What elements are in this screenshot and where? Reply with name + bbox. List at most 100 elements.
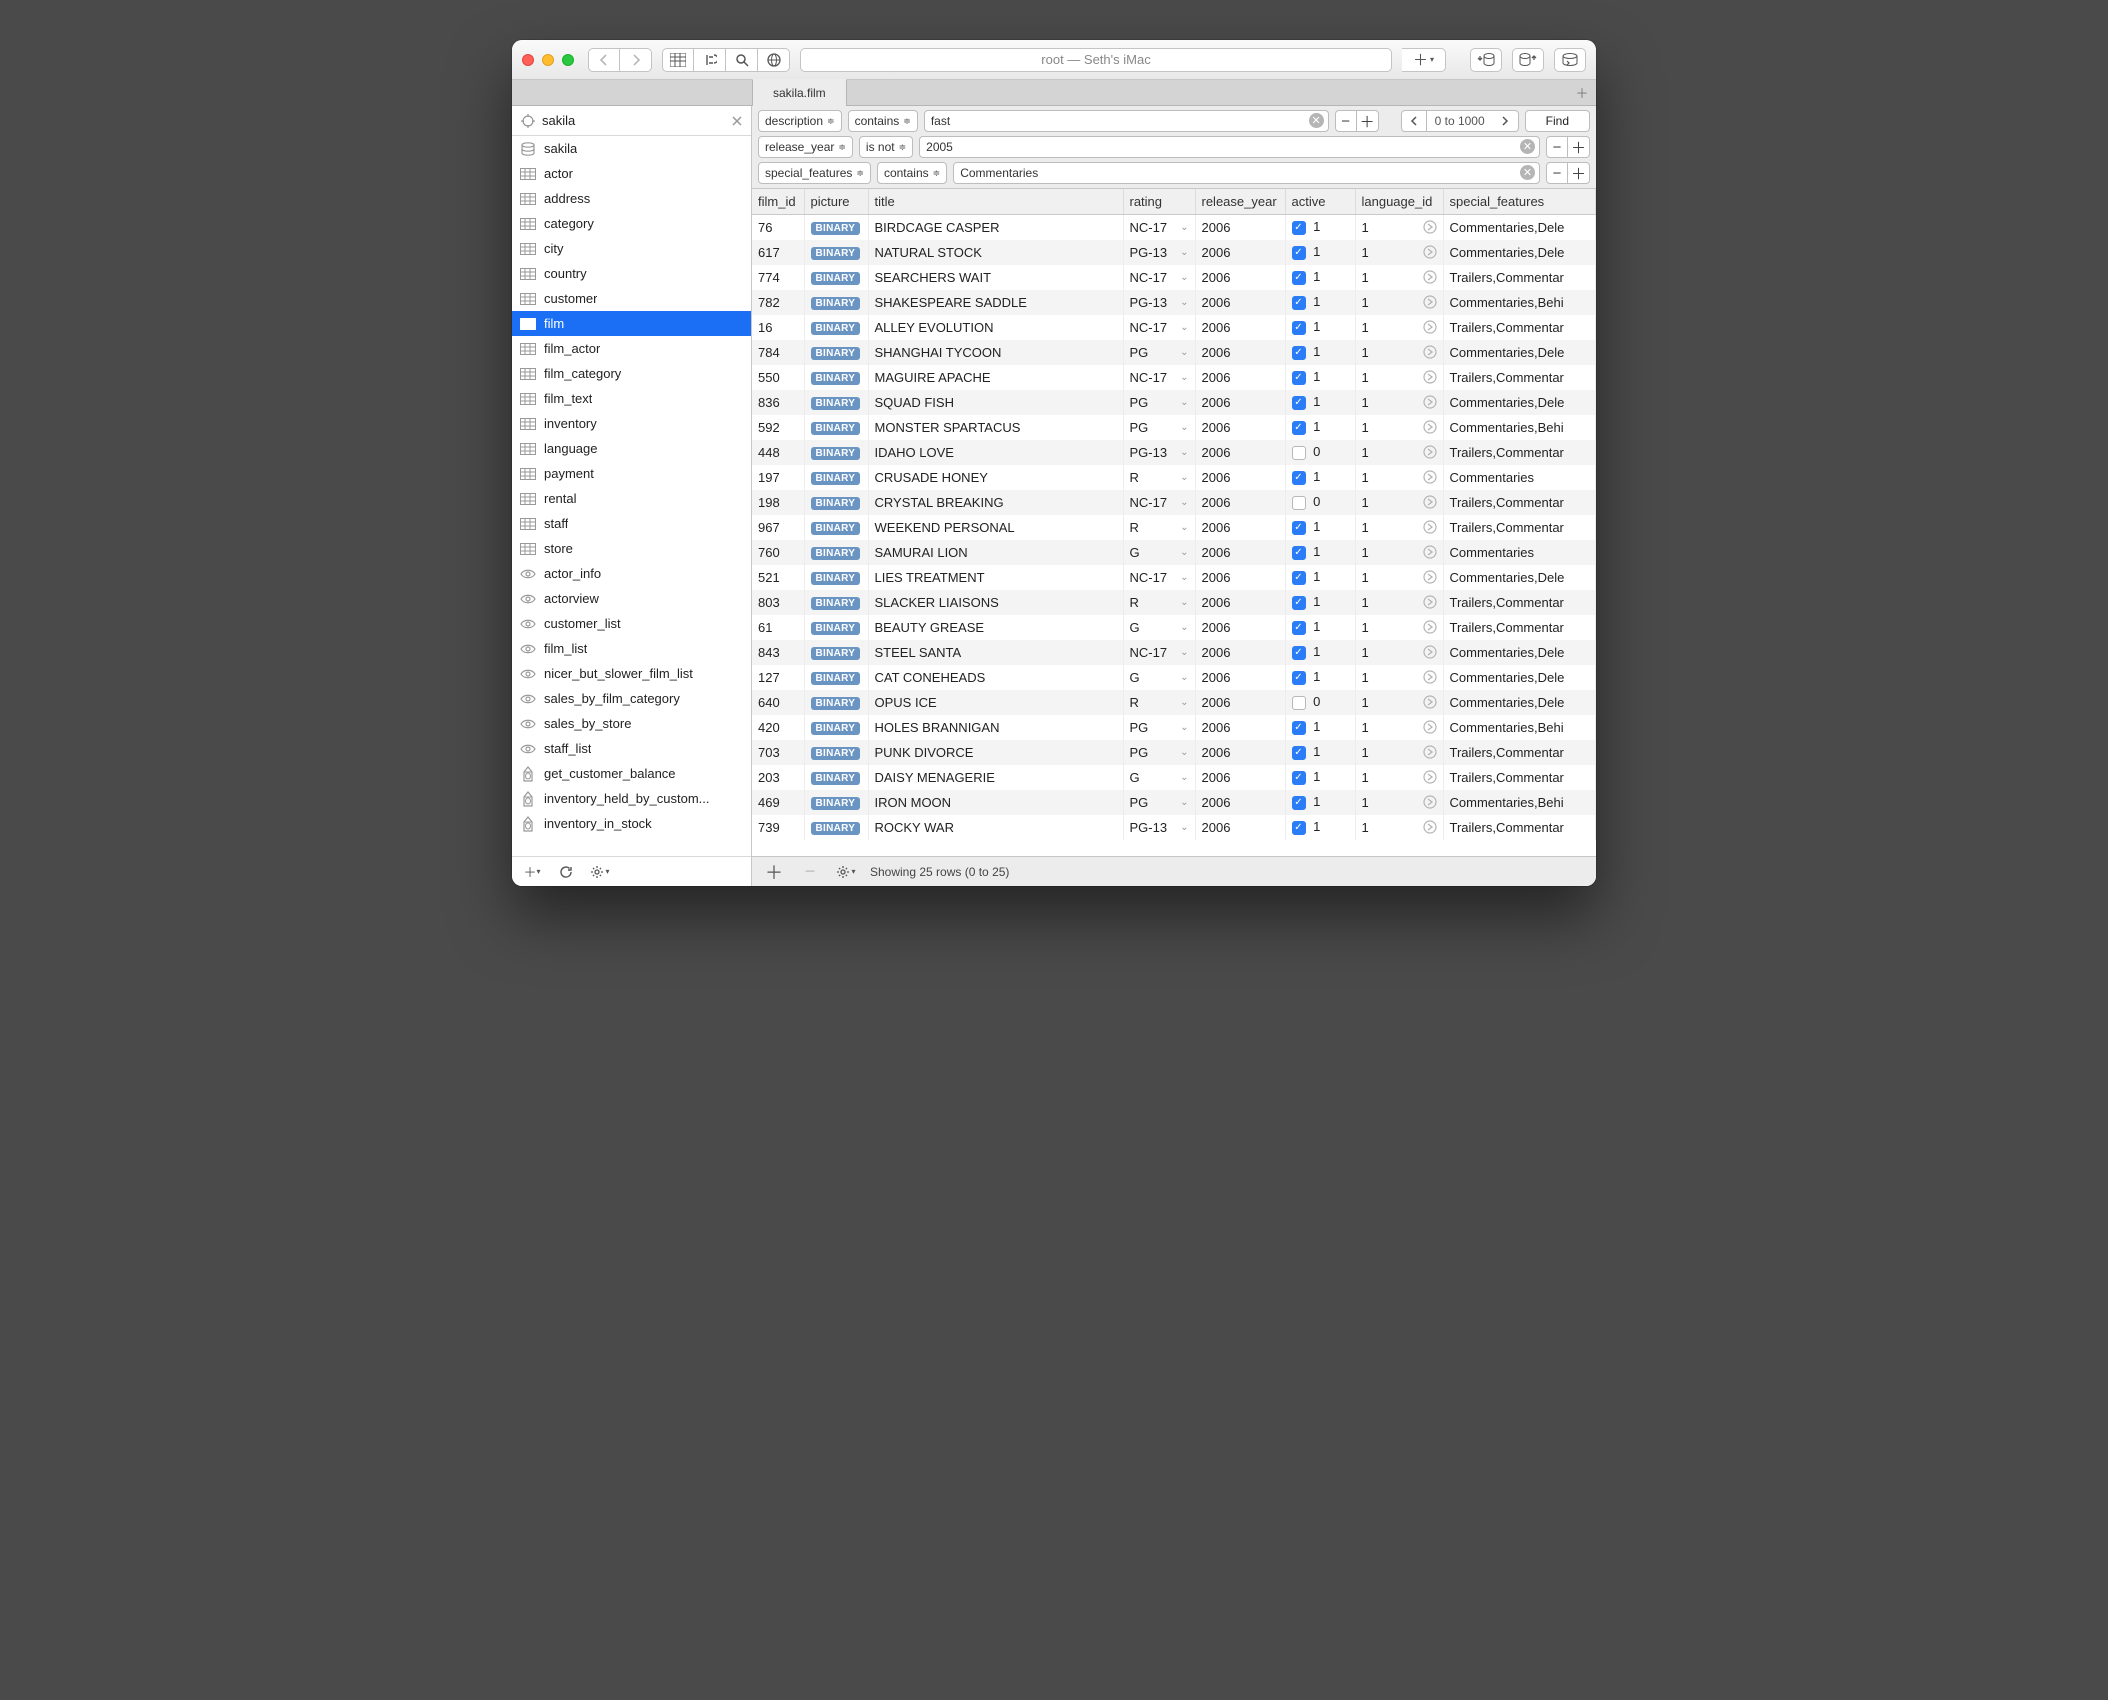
link-arrow-icon[interactable]: [1423, 295, 1437, 309]
link-arrow-icon[interactable]: [1423, 445, 1437, 459]
cell-language_id[interactable]: 1: [1355, 240, 1443, 265]
structure-view-button[interactable]: [694, 48, 726, 72]
sidebar-item-film_actor[interactable]: film_actor: [512, 336, 751, 361]
table-row[interactable]: 836BINARYSQUAD FISHPG⌄2006 11Commentarie…: [752, 390, 1596, 415]
cell-title[interactable]: SHANGHAI TYCOON: [868, 340, 1123, 365]
active-checkbox[interactable]: [1292, 271, 1306, 285]
cell-title[interactable]: CRYSTAL BREAKING: [868, 490, 1123, 515]
cell-active[interactable]: 0: [1285, 490, 1355, 515]
cell-language_id[interactable]: 1: [1355, 515, 1443, 540]
cell-active[interactable]: 1: [1285, 790, 1355, 815]
cell-special_features[interactable]: Commentaries,Dele: [1443, 565, 1596, 590]
cell-film_id[interactable]: 703: [752, 740, 804, 765]
chevron-down-icon[interactable]: ⌄: [1180, 597, 1188, 608]
cell-release_year[interactable]: 2006: [1195, 615, 1285, 640]
remove-filter-button[interactable]: −: [1335, 110, 1357, 132]
cell-picture[interactable]: BINARY: [804, 490, 868, 515]
table-row[interactable]: 617BINARYNATURAL STOCKPG-13⌄2006 11Comme…: [752, 240, 1596, 265]
cell-active[interactable]: 1: [1285, 390, 1355, 415]
nav-forward-button[interactable]: [620, 48, 652, 72]
cell-language_id[interactable]: 1: [1355, 215, 1443, 240]
sidebar-add-button[interactable]: ＋▾: [520, 861, 544, 883]
clear-search-button[interactable]: [731, 115, 743, 127]
table-row[interactable]: 640BINARYOPUS ICER⌄2006 01Commentaries,D…: [752, 690, 1596, 715]
cell-special_features[interactable]: Commentaries,Behi: [1443, 290, 1596, 315]
sidebar-item-film_list[interactable]: film_list: [512, 636, 751, 661]
chevron-down-icon[interactable]: ⌄: [1180, 222, 1188, 233]
cell-film_id[interactable]: 739: [752, 815, 804, 840]
query-view-button[interactable]: [726, 48, 758, 72]
cell-picture[interactable]: BINARY: [804, 390, 868, 415]
cell-rating[interactable]: R⌄: [1123, 690, 1195, 715]
cell-special_features[interactable]: Commentaries,Behi: [1443, 415, 1596, 440]
cell-release_year[interactable]: 2006: [1195, 265, 1285, 290]
cell-rating[interactable]: NC-17⌄: [1123, 490, 1195, 515]
cell-title[interactable]: DAISY MENAGERIE: [868, 765, 1123, 790]
cell-active[interactable]: 0: [1285, 440, 1355, 465]
column-header-picture[interactable]: picture: [804, 189, 868, 215]
active-checkbox[interactable]: [1292, 396, 1306, 410]
filter-value-input[interactable]: [953, 162, 1540, 184]
cell-picture[interactable]: BINARY: [804, 640, 868, 665]
cell-language_id[interactable]: 1: [1355, 815, 1443, 840]
cell-title[interactable]: IDAHO LOVE: [868, 440, 1123, 465]
cell-special_features[interactable]: Commentaries,Dele: [1443, 215, 1596, 240]
chevron-down-icon[interactable]: ⌄: [1180, 497, 1188, 508]
sidebar-item-staff_list[interactable]: staff_list: [512, 736, 751, 761]
cell-language_id[interactable]: 1: [1355, 765, 1443, 790]
active-checkbox[interactable]: [1292, 471, 1306, 485]
cell-title[interactable]: HOLES BRANNIGAN: [868, 715, 1123, 740]
cell-picture[interactable]: BINARY: [804, 815, 868, 840]
filter-op-select[interactable]: contains≑: [877, 162, 947, 184]
cell-film_id[interactable]: 843: [752, 640, 804, 665]
sidebar-item-actor[interactable]: actor: [512, 161, 751, 186]
cell-release_year[interactable]: 2006: [1195, 540, 1285, 565]
link-arrow-icon[interactable]: [1423, 370, 1437, 384]
chevron-down-icon[interactable]: ⌄: [1180, 797, 1188, 808]
column-header-release_year[interactable]: release_year: [1195, 189, 1285, 215]
link-arrow-icon[interactable]: [1423, 320, 1437, 334]
cell-special_features[interactable]: Commentaries,Behi: [1443, 715, 1596, 740]
cell-rating[interactable]: NC-17⌄: [1123, 265, 1195, 290]
cell-release_year[interactable]: 2006: [1195, 390, 1285, 415]
column-header-special_features[interactable]: special_features: [1443, 189, 1596, 215]
cell-film_id[interactable]: 469: [752, 790, 804, 815]
sidebar-item-film[interactable]: film: [512, 311, 751, 336]
link-arrow-icon[interactable]: [1423, 420, 1437, 434]
cell-release_year[interactable]: 2006: [1195, 440, 1285, 465]
cell-special_features[interactable]: Commentaries,Dele: [1443, 240, 1596, 265]
cell-active[interactable]: 1: [1285, 415, 1355, 440]
cell-active[interactable]: 1: [1285, 265, 1355, 290]
chevron-down-icon[interactable]: ⌄: [1180, 472, 1188, 483]
cell-rating[interactable]: PG⌄: [1123, 740, 1195, 765]
content-view-button[interactable]: [662, 48, 694, 72]
table-row[interactable]: 127BINARYCAT CONEHEADSG⌄2006 11Commentar…: [752, 665, 1596, 690]
cell-title[interactable]: SQUAD FISH: [868, 390, 1123, 415]
cell-release_year[interactable]: 2006: [1195, 715, 1285, 740]
active-checkbox[interactable]: [1292, 796, 1306, 810]
clear-filter-icon[interactable]: ✕: [1520, 165, 1535, 180]
clear-filter-icon[interactable]: ✕: [1309, 113, 1324, 128]
table-row[interactable]: 592BINARYMONSTER SPARTACUSPG⌄2006 11Comm…: [752, 415, 1596, 440]
cell-language_id[interactable]: 1: [1355, 490, 1443, 515]
cell-release_year[interactable]: 2006: [1195, 515, 1285, 540]
cell-special_features[interactable]: Trailers,Commentar: [1443, 615, 1596, 640]
cell-active[interactable]: 1: [1285, 315, 1355, 340]
cell-special_features[interactable]: Commentaries,Dele: [1443, 390, 1596, 415]
cell-picture[interactable]: BINARY: [804, 415, 868, 440]
active-checkbox[interactable]: [1292, 646, 1306, 660]
cell-title[interactable]: ROCKY WAR: [868, 815, 1123, 840]
cell-language_id[interactable]: 1: [1355, 740, 1443, 765]
nav-back-button[interactable]: [588, 48, 620, 72]
table-row[interactable]: 16BINARYALLEY EVOLUTIONNC-17⌄2006 11Trai…: [752, 315, 1596, 340]
table-row[interactable]: 61BINARYBEAUTY GREASEG⌄2006 11Trailers,C…: [752, 615, 1596, 640]
cell-title[interactable]: PUNK DIVORCE: [868, 740, 1123, 765]
cell-active[interactable]: 1: [1285, 740, 1355, 765]
table-row[interactable]: 843BINARYSTEEL SANTANC-17⌄2006 11Comment…: [752, 640, 1596, 665]
active-checkbox[interactable]: [1292, 571, 1306, 585]
sidebar-gear-button[interactable]: ▾: [588, 861, 612, 883]
sidebar-item-store[interactable]: store: [512, 536, 751, 561]
link-arrow-icon[interactable]: [1423, 720, 1437, 734]
cell-title[interactable]: NATURAL STOCK: [868, 240, 1123, 265]
link-arrow-icon[interactable]: [1423, 245, 1437, 259]
